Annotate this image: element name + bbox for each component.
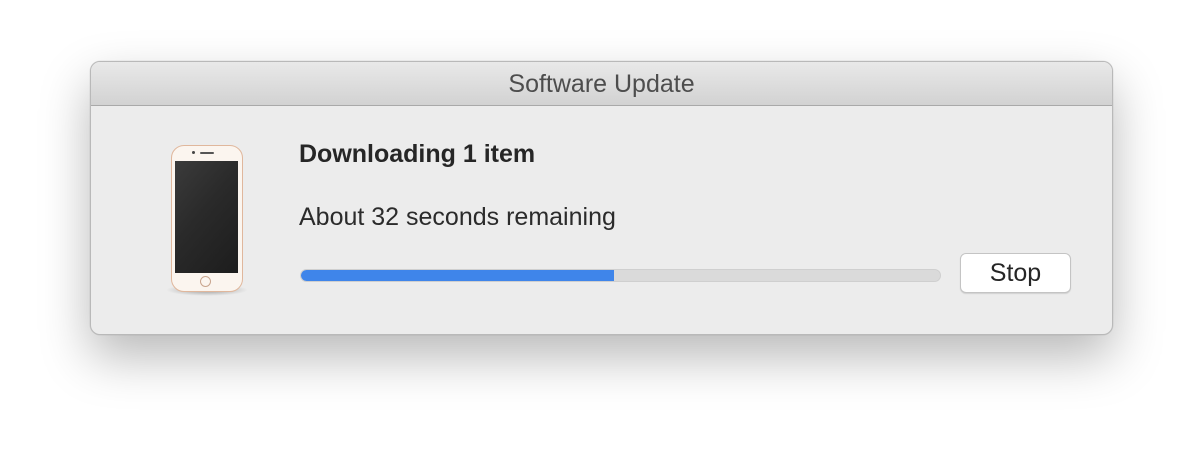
download-progress-bar (300, 269, 941, 282)
software-update-dialog: Software Update Downloading 1 item About… (90, 61, 1113, 335)
window-title: Software Update (91, 62, 1112, 106)
iphone-device-icon (171, 145, 243, 292)
download-progress-fill (301, 270, 615, 281)
device-home-button (200, 276, 211, 287)
device-screen (175, 161, 238, 273)
download-heading: Downloading 1 item (299, 140, 536, 168)
device-camera (192, 151, 195, 154)
stop-button[interactable]: Stop (960, 253, 1071, 293)
time-remaining-text: About 32 seconds remaining (299, 203, 616, 231)
device-speaker (200, 152, 214, 154)
